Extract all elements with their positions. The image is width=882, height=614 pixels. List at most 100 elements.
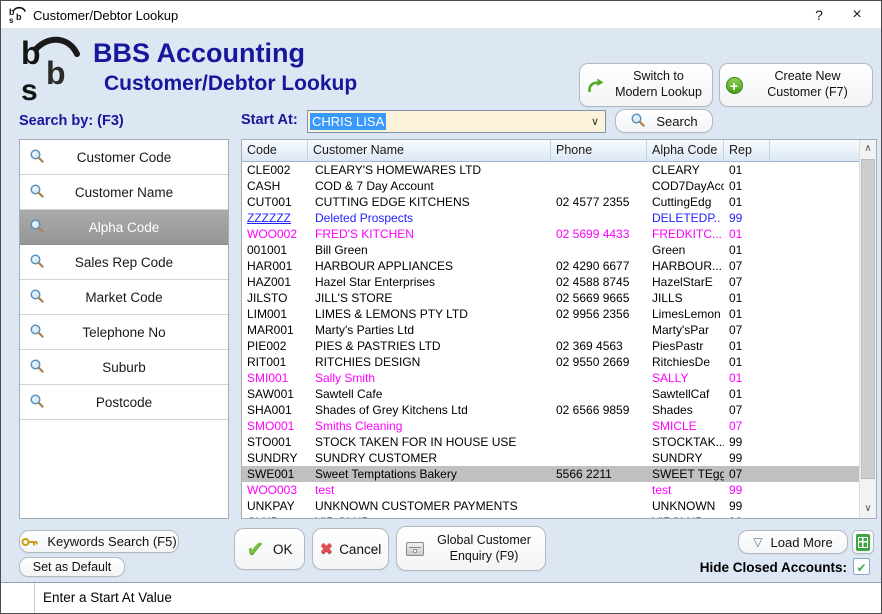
cell-name: CLEARY'S HOMEWARES LTD bbox=[308, 162, 551, 178]
sidebar-item-suburb[interactable]: Suburb bbox=[20, 350, 228, 385]
scrollbar-thumb[interactable] bbox=[861, 159, 875, 479]
table-row[interactable]: CLE002CLEARY'S HOMEWARES LTDCLEARY01 bbox=[242, 162, 859, 178]
sidebar-item-customer-name[interactable]: Customer Name bbox=[20, 175, 228, 210]
close-button[interactable]: × bbox=[843, 5, 871, 25]
cell-rep: 01 bbox=[724, 306, 770, 322]
sidebar-item-sales-rep-code[interactable]: Sales Rep Code bbox=[20, 245, 228, 280]
cell-code: JILSTO bbox=[242, 290, 308, 306]
cell-name: Deleted Prospects bbox=[308, 210, 551, 226]
column-header-phone[interactable]: Phone bbox=[551, 140, 647, 161]
scroll-up-arrow-icon[interactable]: ∧ bbox=[860, 140, 876, 158]
table-row[interactable]: SHA001Shades of Grey Kitchens Ltd02 6566… bbox=[242, 402, 859, 418]
keywords-search-button[interactable]: Keywords Search (F5) bbox=[19, 530, 179, 553]
excel-icon bbox=[856, 534, 870, 551]
search-button[interactable]: Search bbox=[615, 109, 713, 133]
load-more-button[interactable]: ▽ Load More bbox=[738, 530, 848, 554]
table-row[interactable]: STO001STOCK TAKEN FOR IN HOUSE USESTOCKT… bbox=[242, 434, 859, 450]
bbs-logo: b b s bbox=[19, 34, 85, 108]
cell-phone bbox=[551, 242, 647, 258]
search-button-label: Search bbox=[656, 114, 697, 129]
hide-closed-accounts-checkbox[interactable]: ✔ bbox=[853, 558, 870, 575]
create-new-customer-button[interactable]: + Create New Customer (F7) bbox=[719, 63, 873, 107]
magnifier-icon bbox=[29, 183, 45, 199]
curved-arrow-icon bbox=[586, 77, 605, 93]
start-at-input[interactable]: CHRIS LISA ∨ bbox=[307, 110, 606, 133]
set-as-default-button[interactable]: Set as Default bbox=[19, 557, 125, 577]
status-message: Enter a Start At Value bbox=[43, 590, 172, 605]
table-row[interactable]: SWE001Sweet Temptations Bakery5566 2211S… bbox=[242, 466, 859, 482]
cell-code: SMI001 bbox=[242, 370, 308, 386]
table-row[interactable]: WOO002FRED'S KITCHEN02 5699 4433FREDKITC… bbox=[242, 226, 859, 242]
column-header-name[interactable]: Customer Name bbox=[308, 140, 551, 161]
table-row[interactable]: 001001Bill GreenGreen01 bbox=[242, 242, 859, 258]
svg-text:b: b bbox=[46, 55, 66, 91]
cell-phone bbox=[551, 210, 647, 226]
cell-phone bbox=[551, 322, 647, 338]
cell-name: HARBOUR APPLIANCES bbox=[308, 258, 551, 274]
cell-alpha: SMICLE bbox=[647, 418, 724, 434]
help-button[interactable]: ? bbox=[805, 5, 833, 25]
table-row[interactable]: CUT001CUTTING EDGE KITCHENS02 4577 2355C… bbox=[242, 194, 859, 210]
table-row[interactable]: ZZZZZZDeleted ProspectsDELETEDP..99 bbox=[242, 210, 859, 226]
title-bar: b b s Customer/Debtor Lookup ? × bbox=[1, 1, 881, 29]
scroll-down-arrow-icon[interactable]: ∨ bbox=[860, 500, 876, 518]
cancel-button[interactable]: ✖ Cancel bbox=[312, 528, 389, 570]
sidebar-item-telephone-no[interactable]: Telephone No bbox=[20, 315, 228, 350]
switch-to-modern-lookup-button[interactable]: Switch to Modern Lookup bbox=[579, 63, 713, 107]
column-header-rep[interactable]: Rep bbox=[724, 140, 770, 161]
table-row[interactable]: SAW001Sawtell CafeSawtellCaf01 bbox=[242, 386, 859, 402]
table-row[interactable]: JILSTOJILL'S STORE02 5669 9665JILLS01 bbox=[242, 290, 859, 306]
app-name: BBS Accounting bbox=[93, 38, 305, 69]
cell-code: WOO003 bbox=[242, 482, 308, 498]
dialog-window: b b s Customer/Debtor Lookup ? × b b s B… bbox=[0, 0, 882, 614]
search-by-list: Customer Code Customer Name Alpha Code S… bbox=[19, 139, 229, 519]
table-row[interactable]: LIM001LIMES & LEMONS PTY LTD02 9956 2356… bbox=[242, 306, 859, 322]
table-row[interactable]: UNKPAYUNKNOWN CUSTOMER PAYMENTSUNKNOWN99 bbox=[242, 498, 859, 514]
table-row[interactable]: HAR001HARBOUR APPLIANCES02 4290 6677HARB… bbox=[242, 258, 859, 274]
table-row[interactable]: CLUBVIP CLUBVIPCLUB99 bbox=[242, 514, 859, 518]
cell-phone bbox=[551, 434, 647, 450]
cell-rep: 01 bbox=[724, 338, 770, 354]
table-row[interactable]: PIE002PIES & PASTRIES LTD02 369 4563Pies… bbox=[242, 338, 859, 354]
cancel-label: Cancel bbox=[339, 542, 381, 557]
cell-phone: 02 9956 2356 bbox=[551, 306, 647, 322]
vertical-scrollbar[interactable]: ∧ ∨ bbox=[859, 140, 876, 518]
cell-alpha: SWEET TEgg bbox=[647, 466, 724, 482]
cell-rep: 99 bbox=[724, 482, 770, 498]
cell-phone bbox=[551, 498, 647, 514]
cell-phone bbox=[551, 482, 647, 498]
cell-name: VIP CLUB bbox=[308, 514, 551, 518]
table-row[interactable]: WOO003testtest99 bbox=[242, 482, 859, 498]
cell-phone: 5566 2211 bbox=[551, 466, 647, 482]
cell-alpha: STOCKTAK... bbox=[647, 434, 724, 450]
sidebar-item-customer-code[interactable]: Customer Code bbox=[20, 140, 228, 175]
cell-name: FRED'S KITCHEN bbox=[308, 226, 551, 242]
search-icon-slot bbox=[630, 112, 646, 131]
export-to-excel-button[interactable] bbox=[852, 530, 874, 554]
sidebar-item-alpha-code[interactable]: Alpha Code bbox=[20, 210, 228, 245]
sidebar-item-label: Telephone No bbox=[82, 325, 165, 340]
table-row[interactable]: CASHCOD & 7 Day AccountCOD7DayAcc01 bbox=[242, 178, 859, 194]
table-row[interactable]: HAZ001Hazel Star Enterprises02 4588 8745… bbox=[242, 274, 859, 290]
column-header-alpha[interactable]: Alpha Code bbox=[647, 140, 724, 161]
cell-phone: 02 369 4563 bbox=[551, 338, 647, 354]
sidebar-item-label: Customer Code bbox=[77, 150, 172, 165]
table-row[interactable]: SMO001Smiths CleaningSMICLE07 bbox=[242, 418, 859, 434]
sidebar-item-postcode[interactable]: Postcode bbox=[20, 385, 228, 420]
start-at-label: Start At: bbox=[241, 112, 298, 128]
table-row[interactable]: MAR001Marty's Parties LtdMarty'sPar07 bbox=[242, 322, 859, 338]
svg-text:b: b bbox=[16, 12, 22, 22]
global-customer-enquiry-button[interactable]: Global Customer Enquiry (F9) bbox=[396, 526, 546, 571]
svg-text:b: b bbox=[21, 35, 41, 71]
cell-phone: 02 4290 6677 bbox=[551, 258, 647, 274]
table-row[interactable]: SUNDRYSUNDRY CUSTOMERSUNDRY99 bbox=[242, 450, 859, 466]
chevron-down-icon[interactable]: ∨ bbox=[591, 115, 599, 128]
table-row[interactable]: SMI001Sally SmithSALLY01 bbox=[242, 370, 859, 386]
sidebar-item-market-code[interactable]: Market Code bbox=[20, 280, 228, 315]
cell-alpha: JILLS bbox=[647, 290, 724, 306]
cell-code: CUT001 bbox=[242, 194, 308, 210]
cell-code: CASH bbox=[242, 178, 308, 194]
column-header-code[interactable]: Code bbox=[242, 140, 308, 161]
ok-button[interactable]: ✔ OK bbox=[234, 528, 305, 570]
table-row[interactable]: RIT001RITCHIES DESIGN02 9550 2669Ritchie… bbox=[242, 354, 859, 370]
